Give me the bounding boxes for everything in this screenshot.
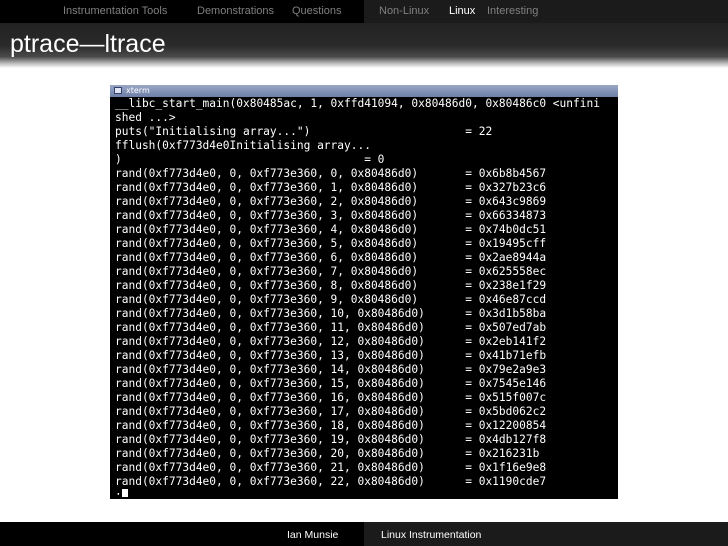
terminal-line: puts("Initialising array...") = 22	[115, 125, 493, 138]
terminal-line: shed ...>	[115, 111, 176, 124]
terminal-line: rand(0xf773d4e0, 0, 0xf773e360, 7, 0x804…	[115, 265, 547, 278]
terminal-output: __libc_start_main(0x80485ac, 1, 0xffd410…	[115, 97, 615, 497]
terminal-line: rand(0xf773d4e0, 0, 0xf773e360, 18, 0x80…	[115, 419, 547, 432]
terminal-line: rand(0xf773d4e0, 0, 0xf773e360, 2, 0x804…	[115, 195, 547, 208]
terminal-line: rand(0xf773d4e0, 0, 0xf773e360, 17, 0x80…	[115, 405, 547, 418]
terminal-line: rand(0xf773d4e0, 0, 0xf773e360, 22, 0x80…	[115, 475, 547, 488]
nav-interesting[interactable]: Interesting	[487, 5, 538, 17]
nav-questions[interactable]: Questions	[292, 5, 342, 17]
terminal-line: rand(0xf773d4e0, 0, 0xf773e360, 19, 0x80…	[115, 433, 547, 446]
terminal-line: rand(0xf773d4e0, 0, 0xf773e360, 13, 0x80…	[115, 349, 547, 362]
terminal-line: rand(0xf773d4e0, 0, 0xf773e360, 20, 0x80…	[115, 447, 540, 460]
terminal-line: rand(0xf773d4e0, 0, 0xf773e360, 1, 0x804…	[115, 181, 547, 194]
footer-talk-title: Linux Instrumentation	[381, 529, 482, 541]
terminal-line: ) = 0	[115, 153, 385, 166]
terminal-icon	[114, 87, 122, 94]
terminal-line: rand(0xf773d4e0, 0, 0xf773e360, 4, 0x804…	[115, 223, 547, 236]
terminal-line: __libc_start_main(0x80485ac, 1, 0xffd410…	[115, 97, 600, 110]
terminal-line: rand(0xf773d4e0, 0, 0xf773e360, 9, 0x804…	[115, 293, 547, 306]
terminal-title: xterm	[126, 86, 150, 95]
terminal-line: rand(0xf773d4e0, 0, 0xf773e360, 8, 0x804…	[115, 279, 547, 292]
nav-linux[interactable]: Linux	[449, 5, 475, 17]
terminal-line: rand(0xf773d4e0, 0, 0xf773e360, 14, 0x80…	[115, 363, 547, 376]
footer-author: Ian Munsie	[287, 529, 339, 541]
prompt-text: :	[115, 489, 122, 497]
terminal-prompt: :	[115, 489, 128, 497]
terminal-line: rand(0xf773d4e0, 0, 0xf773e360, 6, 0x804…	[115, 251, 547, 264]
terminal-line: rand(0xf773d4e0, 0, 0xf773e360, 21, 0x80…	[115, 461, 547, 474]
terminal-line: rand(0xf773d4e0, 0, 0xf773e360, 11, 0x80…	[115, 321, 547, 334]
terminal-line: rand(0xf773d4e0, 0, 0xf773e360, 10, 0x80…	[115, 307, 547, 320]
nav-non-linux[interactable]: Non-Linux	[379, 5, 429, 17]
slide-title: ptrace—ltrace	[10, 30, 166, 58]
terminal-line: rand(0xf773d4e0, 0, 0xf773e360, 12, 0x80…	[115, 335, 547, 348]
text-cursor	[121, 489, 128, 497]
terminal-titlebar: xterm	[110, 85, 618, 97]
nav-demonstrations[interactable]: Demonstrations	[197, 5, 274, 17]
terminal-line: rand(0xf773d4e0, 0, 0xf773e360, 15, 0x80…	[115, 377, 547, 390]
terminal-screenshot: xterm __libc_start_main(0x80485ac, 1, 0x…	[110, 85, 618, 499]
nav-instrumentation-tools[interactable]: Instrumentation Tools	[63, 5, 167, 17]
terminal-line: rand(0xf773d4e0, 0, 0xf773e360, 5, 0x804…	[115, 237, 547, 250]
terminal-line: fflush(0xf773d4e0Initialising array...	[115, 139, 371, 152]
terminal-line: rand(0xf773d4e0, 0, 0xf773e360, 3, 0x804…	[115, 209, 547, 222]
terminal-line: rand(0xf773d4e0, 0, 0xf773e360, 0, 0x804…	[115, 167, 547, 180]
terminal-line: rand(0xf773d4e0, 0, 0xf773e360, 16, 0x80…	[115, 391, 547, 404]
